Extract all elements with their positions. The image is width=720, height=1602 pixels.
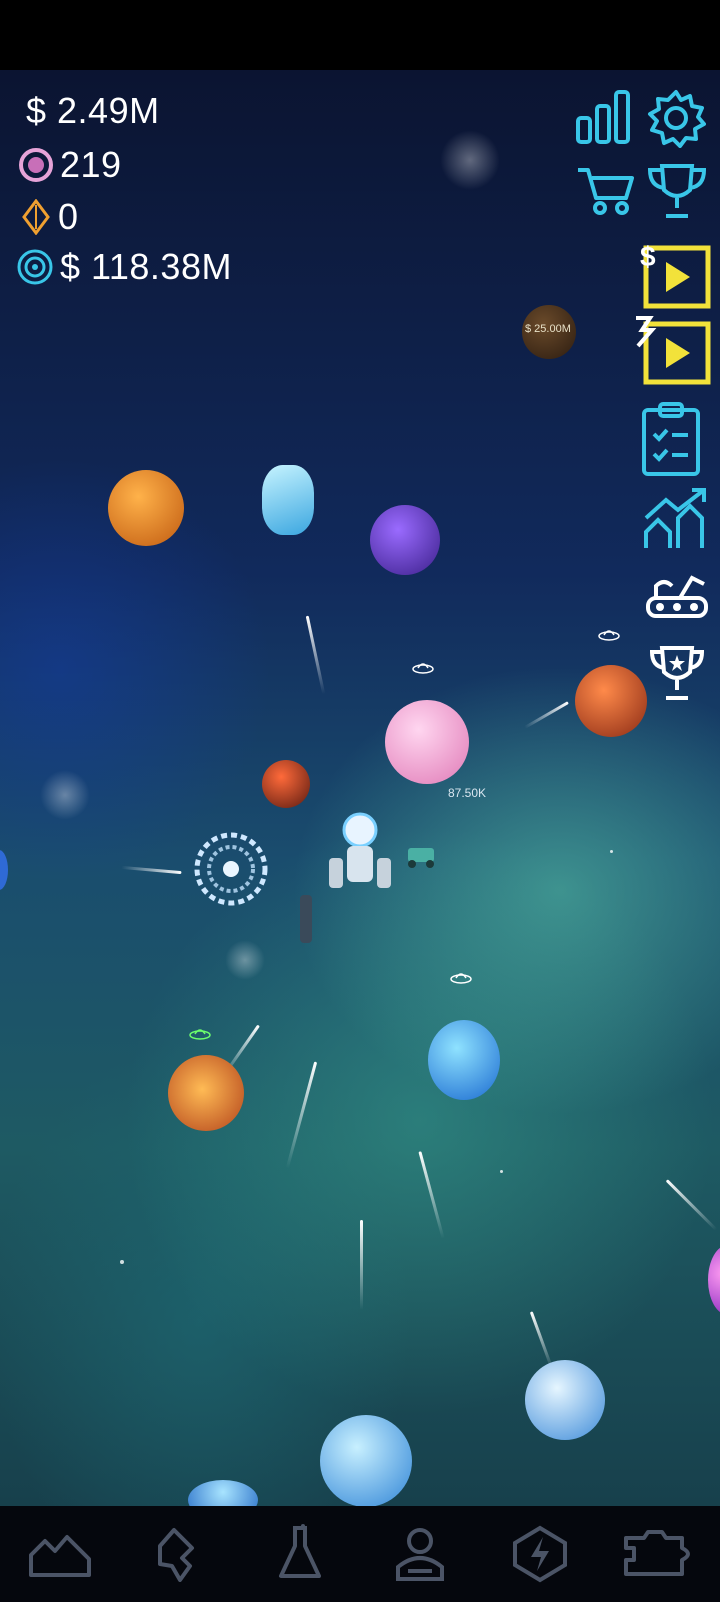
missile bbox=[418, 1151, 445, 1239]
research-tab[interactable] bbox=[260, 1514, 340, 1594]
gems-value: 219 bbox=[60, 144, 122, 185]
galaxy-value-display: $ 118.38M bbox=[16, 246, 232, 288]
missile bbox=[665, 1179, 718, 1231]
nebula-glow bbox=[440, 130, 500, 190]
boost-tab-icon bbox=[513, 1525, 567, 1583]
stats-icon[interactable] bbox=[574, 88, 632, 146]
planet-red-orange[interactable] bbox=[575, 665, 647, 737]
modules-tab[interactable] bbox=[620, 1514, 700, 1594]
star bbox=[120, 1260, 124, 1264]
crystals-display: 0 bbox=[20, 196, 79, 238]
missions-icon[interactable] bbox=[640, 400, 702, 478]
rover-icon[interactable] bbox=[644, 564, 710, 628]
planet-edge-purple[interactable] bbox=[708, 1245, 720, 1315]
galaxy-value: $ 118.38M bbox=[60, 246, 232, 287]
planet-orange-cracked[interactable] bbox=[108, 470, 184, 546]
rover-unit[interactable] bbox=[404, 840, 438, 870]
money-value: $ 2.49M bbox=[26, 90, 160, 131]
drone[interactable] bbox=[297, 895, 315, 945]
status-bar bbox=[0, 0, 720, 70]
gem-icon bbox=[19, 148, 53, 182]
damage-popup: 87.50K bbox=[448, 786, 487, 800]
ufo-icon bbox=[598, 630, 620, 641]
planet-edge-blue[interactable] bbox=[0, 850, 8, 890]
nebula-glow bbox=[225, 940, 265, 980]
mothership[interactable] bbox=[325, 810, 395, 900]
missile bbox=[121, 865, 182, 875]
planet-ice[interactable] bbox=[525, 1360, 605, 1440]
missile bbox=[529, 1311, 554, 1369]
svg-text:$: $ bbox=[640, 241, 656, 272]
upgrades-icon[interactable] bbox=[642, 488, 710, 552]
planet-purple-ringed[interactable] bbox=[370, 505, 440, 575]
planets-tab[interactable] bbox=[20, 1514, 100, 1594]
planets-tab-icon bbox=[29, 1535, 91, 1577]
reward-planet-label: $ 25.00M bbox=[525, 323, 571, 335]
manager-tab[interactable] bbox=[380, 1514, 460, 1594]
boost-tab[interactable] bbox=[500, 1514, 580, 1594]
cash-ad-icon[interactable]: $ bbox=[638, 240, 712, 310]
research-tab-icon bbox=[279, 1524, 321, 1578]
settings-icon[interactable] bbox=[646, 88, 706, 148]
star bbox=[610, 850, 613, 853]
planet-ice-large[interactable] bbox=[320, 1415, 412, 1506]
planet-pink[interactable] bbox=[385, 700, 469, 784]
nebula-glow bbox=[40, 770, 90, 820]
ufo-icon-green bbox=[189, 1029, 211, 1040]
planet-red-crystal[interactable] bbox=[262, 760, 310, 808]
gems-display: 219 bbox=[18, 144, 122, 186]
drones-tab[interactable] bbox=[140, 1514, 220, 1594]
galaxy-icon bbox=[17, 249, 53, 285]
money-display: $ 2.49M bbox=[26, 90, 160, 132]
shop-icon[interactable] bbox=[576, 164, 636, 216]
star bbox=[500, 1170, 503, 1173]
missile bbox=[285, 1061, 318, 1169]
missile bbox=[305, 615, 326, 695]
manager-tab-icon bbox=[396, 1528, 444, 1581]
crystal-icon bbox=[22, 199, 50, 235]
planet-crystal[interactable] bbox=[262, 465, 314, 535]
ufo-icon bbox=[450, 973, 472, 984]
trophy-icon[interactable] bbox=[646, 162, 708, 220]
boost-ad-icon[interactable] bbox=[634, 316, 712, 386]
planet-bottom-partial[interactable] bbox=[188, 1480, 258, 1506]
space-station[interactable] bbox=[192, 830, 270, 908]
ufo-icon bbox=[412, 663, 434, 674]
bottom-nav bbox=[0, 1506, 720, 1602]
modules-tab-icon bbox=[624, 1530, 690, 1576]
achievements-icon[interactable] bbox=[648, 644, 706, 704]
planet-blue[interactable] bbox=[428, 1020, 500, 1100]
missile bbox=[360, 1220, 363, 1310]
drones-tab-icon bbox=[158, 1528, 194, 1582]
planet-lava[interactable] bbox=[168, 1055, 244, 1131]
crystals-value: 0 bbox=[58, 196, 79, 237]
missile bbox=[524, 701, 569, 729]
